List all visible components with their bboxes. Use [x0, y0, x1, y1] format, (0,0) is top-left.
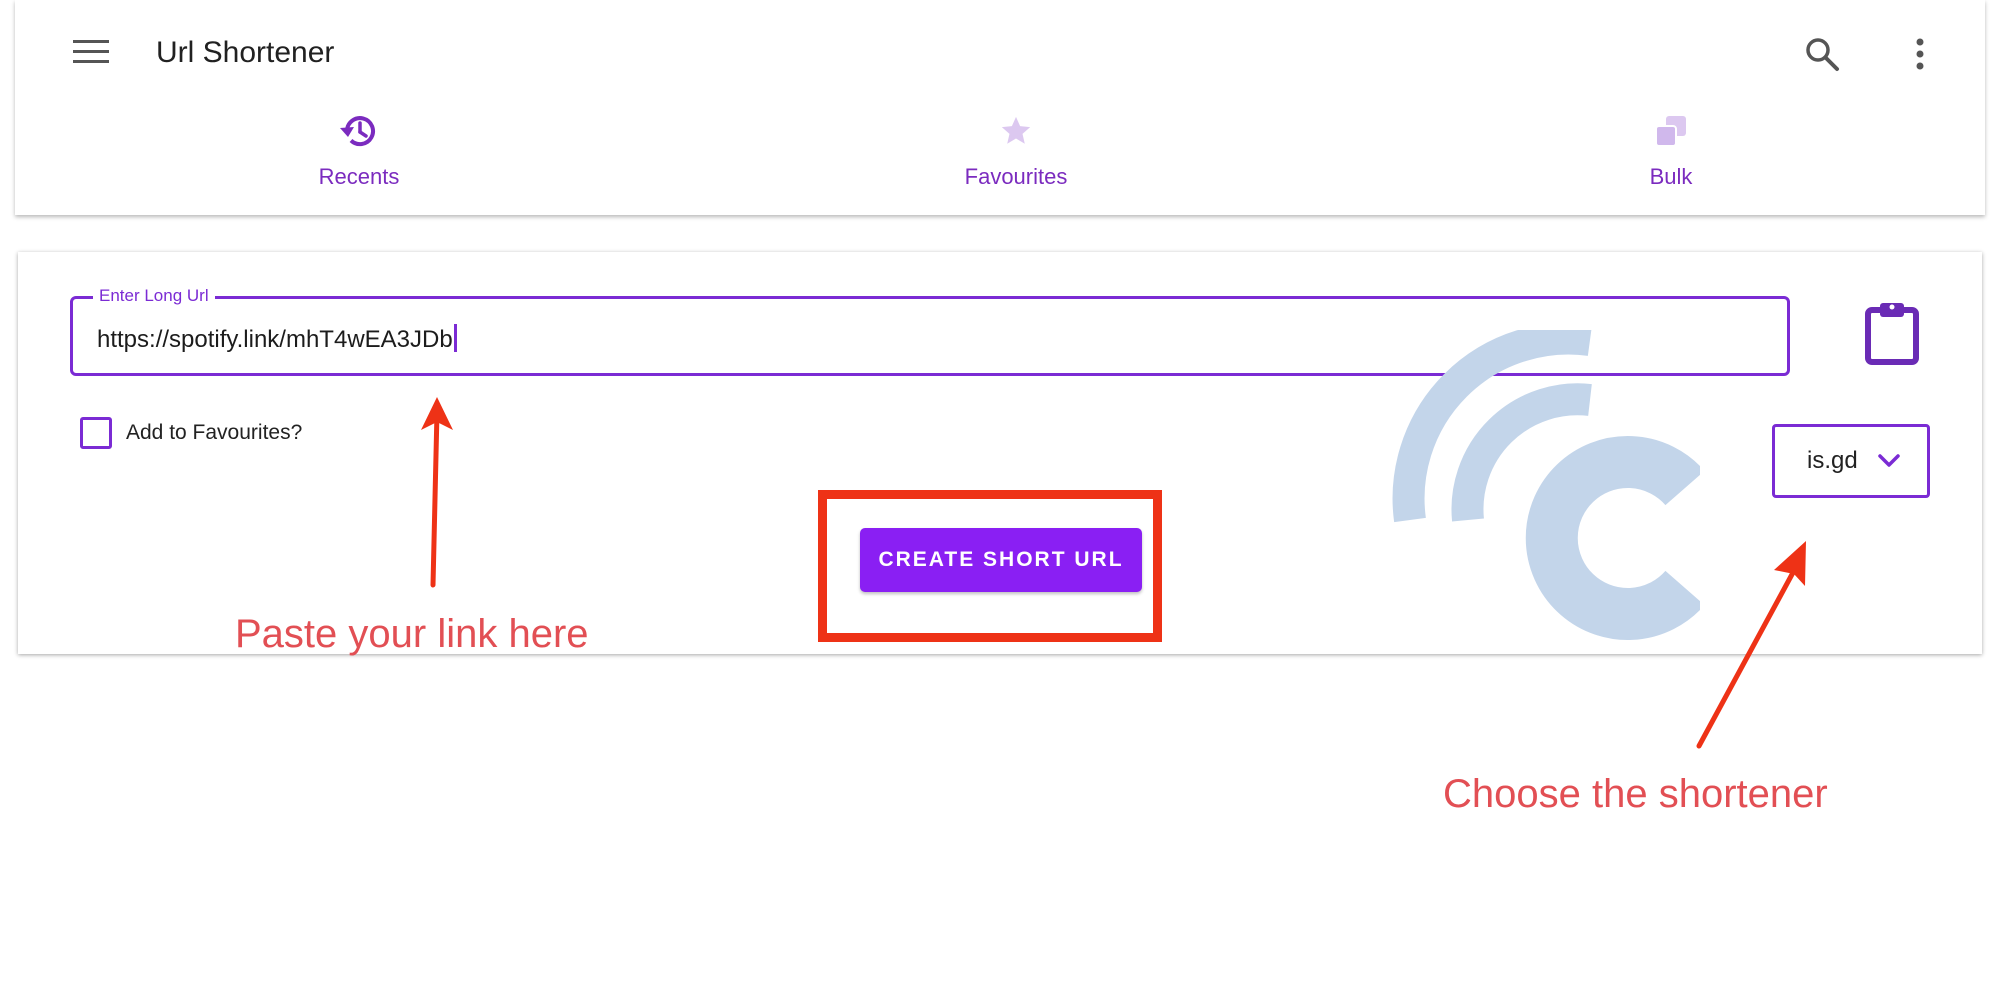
paste-link-note: Paste your link here — [235, 612, 589, 656]
shortener-select-value: is.gd — [1807, 447, 1858, 474]
app-bar: Url Shortener Recents Favourites Bulk — [15, 0, 1985, 215]
app-title: Url Shortener — [156, 36, 335, 69]
tab-label: Bulk — [1649, 164, 1693, 189]
tab-recents[interactable]: Recents — [239, 106, 479, 206]
watermark-logo — [1392, 330, 1700, 640]
favourite-checkbox[interactable] — [80, 417, 112, 449]
search-icon[interactable] — [1792, 28, 1852, 80]
create-short-url-button[interactable]: CREATE SHORT URL — [860, 528, 1142, 592]
star-icon — [999, 106, 1033, 156]
menu-icon[interactable] — [59, 28, 123, 76]
history-icon — [339, 106, 379, 156]
favourite-label: Add to Favourites? — [126, 421, 303, 444]
tab-label: Recents — [318, 164, 400, 189]
choose-shortener-note: Choose the shortener — [1443, 772, 1828, 816]
favourite-row[interactable]: Add to Favourites? — [80, 416, 302, 450]
long-url-label: Enter Long Url — [93, 285, 215, 307]
copies-icon — [1654, 106, 1688, 156]
long-url-input[interactable]: https://spotify.link/mhT4wEA3JDb — [97, 324, 457, 354]
clipboard-icon[interactable] — [1860, 296, 1924, 370]
text-caret — [453, 324, 457, 352]
more-vert-icon[interactable] — [1895, 28, 1945, 80]
tab-bulk[interactable]: Bulk — [1551, 106, 1791, 206]
shortener-select[interactable]: is.gd — [1772, 424, 1930, 498]
tab-label: Favourites — [964, 164, 1068, 189]
long-url-value: https://spotify.link/mhT4wEA3JDb — [97, 326, 453, 353]
chevron-down-icon — [1877, 454, 1900, 468]
tab-favourites[interactable]: Favourites — [896, 106, 1136, 206]
